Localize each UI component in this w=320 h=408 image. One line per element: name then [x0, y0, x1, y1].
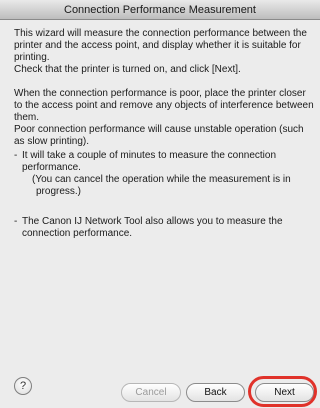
bullet-dash: - — [14, 150, 18, 161]
intro-text: This wizard will measure the connection … — [14, 28, 307, 63]
cancel-button[interactable]: Cancel — [121, 383, 181, 402]
next-button[interactable]: Next — [255, 383, 314, 402]
bullet-network-tool: - The Canon IJ Network Tool also allows … — [14, 216, 314, 240]
bullet-measure-time: - It will take a couple of minutes to me… — [14, 150, 314, 198]
poor-advice-text: When the connection performance is poor,… — [14, 88, 314, 123]
bullet-dash: - — [14, 216, 18, 227]
wizard-window: Connection Performance Measurement This … — [0, 0, 320, 408]
bullet-text: It will take a couple of minutes to meas… — [22, 150, 277, 173]
back-button[interactable]: Back — [186, 383, 245, 402]
content-area: This wizard will measure the connection … — [14, 28, 314, 240]
window-title: Connection Performance Measurement — [0, 0, 320, 20]
bullet-text: The Canon IJ Network Tool also allows yo… — [22, 216, 283, 239]
bullet-note: (You can cancel the operation while the … — [32, 174, 291, 197]
poor-warning-text: Poor connection performance will cause u… — [14, 124, 304, 147]
check-text: Check that the printer is turned on, and… — [14, 64, 241, 75]
help-icon[interactable]: ? — [14, 377, 32, 395]
